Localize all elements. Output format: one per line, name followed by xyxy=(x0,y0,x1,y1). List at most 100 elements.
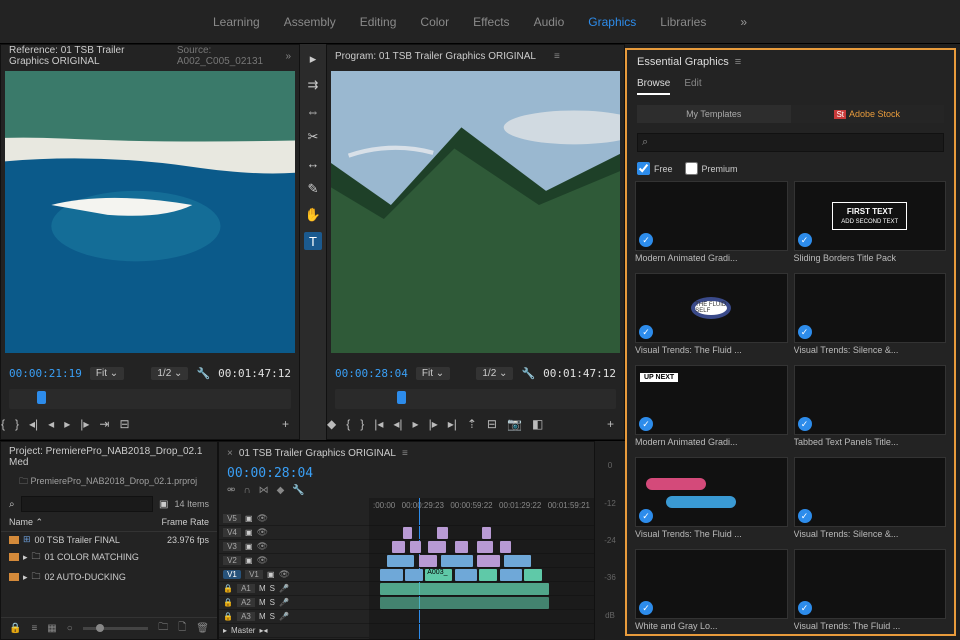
source-tab-source[interactable]: Source: A002_C005_02131 xyxy=(177,45,268,67)
source-in-timecode[interactable]: 00:00:21:19 xyxy=(9,367,82,380)
panel-menu-icon[interactable]: ≡ xyxy=(735,56,741,68)
template-tile[interactable]: ✓White and Gray Lo... xyxy=(635,549,788,634)
magnet-icon[interactable]: ∩ xyxy=(243,485,250,496)
eg-search[interactable]: ⌕ xyxy=(637,133,944,152)
play-icon[interactable]: ▸ xyxy=(64,417,70,431)
mark-out-icon[interactable]: } xyxy=(360,417,364,431)
slip-tool-icon[interactable]: ↔ xyxy=(304,154,322,172)
project-search-input[interactable] xyxy=(21,496,153,512)
mark-in-icon[interactable]: { xyxy=(346,417,350,431)
workspace-overflow-icon[interactable]: » xyxy=(740,15,747,29)
insert-icon[interactable]: ⇥ xyxy=(99,417,109,431)
eye-icon[interactable]: 👁 xyxy=(257,513,268,524)
overwrite-icon[interactable]: ⊟ xyxy=(119,417,129,431)
source-tab-reference[interactable]: Reference: 01 TSB Trailer Graphics ORIGI… xyxy=(9,45,163,67)
mute-icon[interactable]: M xyxy=(259,598,266,607)
template-tile[interactable]: UP NEXT✓Modern Animated Gradi... xyxy=(635,365,788,451)
go-in-icon[interactable]: |◂ xyxy=(374,417,383,431)
ws-audio[interactable]: Audio xyxy=(534,15,565,29)
new-item-icon[interactable]: 🗋 xyxy=(178,620,186,637)
add-marker-icon[interactable]: ◆ xyxy=(327,417,336,431)
lock-icon[interactable]: 🔒 xyxy=(223,612,233,621)
pen-tool-icon[interactable]: ✎ xyxy=(304,180,322,198)
track-select-tool-icon[interactable]: ⇉ xyxy=(304,76,322,94)
step-back-icon[interactable]: ◂| xyxy=(393,417,402,431)
new-bin-icon[interactable]: 🗀 xyxy=(158,620,168,637)
list-view-icon[interactable]: ≡ xyxy=(31,623,37,634)
ws-editing[interactable]: Editing xyxy=(360,15,397,29)
ws-learning[interactable]: Learning xyxy=(213,15,260,29)
play-back-icon[interactable]: ◂ xyxy=(48,417,54,431)
filter-my-templates[interactable]: My Templates xyxy=(637,105,791,123)
ws-assembly[interactable]: Assembly xyxy=(284,15,336,29)
timeline-timecode[interactable]: 00:00:28:04 xyxy=(227,466,313,481)
step-fwd-icon[interactable]: |▸ xyxy=(429,417,438,431)
panel-menu-icon[interactable]: » xyxy=(285,51,291,62)
project-row[interactable]: ▸🗀02 AUTO-DUCKING xyxy=(1,567,217,587)
media-browser-tab[interactable]: Med xyxy=(9,457,28,468)
hand-tool-icon[interactable]: ✋ xyxy=(304,206,322,224)
source-fit-select[interactable]: Fit ⌄ xyxy=(90,367,124,380)
settings-icon[interactable]: 🔧 xyxy=(292,485,304,496)
lift-icon[interactable]: ⇡ xyxy=(467,417,477,431)
eye-icon[interactable]: 👁 xyxy=(279,569,290,580)
marker-icon[interactable]: ◆ xyxy=(277,485,285,496)
toggle-track-icon[interactable]: ▣ xyxy=(245,556,253,565)
source-viewport[interactable] xyxy=(5,71,295,353)
button-editor-icon[interactable]: + xyxy=(282,417,289,431)
mic-icon[interactable]: 🎤 xyxy=(279,612,289,621)
bin-icon[interactable]: ▣ xyxy=(159,499,168,510)
eye-icon[interactable]: 👁 xyxy=(257,555,268,566)
toggle-track-icon[interactable]: ▣ xyxy=(245,542,253,551)
source-out-timecode[interactable]: 00:01:47:12 xyxy=(218,367,291,380)
col-framerate[interactable]: Frame Rate xyxy=(161,517,209,528)
icon-view-icon[interactable]: ▦ xyxy=(47,623,56,634)
mic-icon[interactable]: 🎤 xyxy=(279,598,289,607)
trash-icon[interactable]: 🗑 xyxy=(196,623,209,634)
toggle-track-icon[interactable]: ▣ xyxy=(267,570,275,579)
snap-icon[interactable]: ⚮ xyxy=(227,485,235,496)
template-tile[interactable]: ✓Modern Animated Gradi... xyxy=(635,181,788,267)
program-tab[interactable]: Program: 01 TSB Trailer Graphics ORIGINA… xyxy=(335,51,536,62)
check-premium[interactable]: Premium xyxy=(685,162,738,175)
col-name[interactable]: Name ⌃ xyxy=(9,517,161,528)
lock-icon[interactable]: 🔒 xyxy=(9,623,21,634)
wrench-icon[interactable]: 🔧 xyxy=(196,367,210,380)
source-zoom-select[interactable]: 1/2 ⌄ xyxy=(151,367,188,380)
template-tile[interactable]: ✓Visual Trends: The Fluid ... xyxy=(635,457,788,543)
type-tool-icon[interactable]: T xyxy=(304,232,322,250)
v1-source-patch[interactable]: V1 xyxy=(223,570,241,579)
source-playhead[interactable] xyxy=(37,391,46,404)
program-zoom-select[interactable]: 1/2 ⌄ xyxy=(476,367,513,380)
wrench-icon[interactable]: 🔧 xyxy=(521,367,535,380)
toggle-track-icon[interactable]: ▣ xyxy=(245,528,253,537)
template-tile[interactable]: ✓Visual Trends: The Fluid ... xyxy=(794,549,947,634)
thumbnail-size-slider[interactable] xyxy=(83,627,148,630)
selection-tool-icon[interactable]: ▸ xyxy=(304,50,322,68)
razor-tool-icon[interactable]: ✂ xyxy=(304,128,322,146)
sequence-tab[interactable]: 01 TSB Trailer Graphics ORIGINAL xyxy=(239,448,396,459)
expand-icon[interactable]: ▸ xyxy=(223,626,227,635)
template-tile[interactable]: ✓Tabbed Text Panels Title... xyxy=(794,365,947,451)
eg-tab-edit[interactable]: Edit xyxy=(684,78,701,95)
source-ruler[interactable] xyxy=(9,389,291,409)
step-back-icon[interactable]: ◂| xyxy=(29,417,38,431)
ws-graphics[interactable]: Graphics xyxy=(588,15,636,29)
eg-tab-browse[interactable]: Browse xyxy=(637,78,670,95)
eye-icon[interactable]: 👁 xyxy=(257,541,268,552)
mark-out-icon[interactable]: } xyxy=(15,417,19,431)
linked-sel-icon[interactable]: ⋈ xyxy=(259,485,269,496)
filter-adobe-stock[interactable]: StAdobe Stock xyxy=(791,105,945,123)
timeline-clips-area[interactable]: :00:0000:00:29:2300:00:59:2200:01:29:220… xyxy=(369,498,594,639)
template-tile[interactable]: FIRST TEXTADD SECOND TEXT✓Sliding Border… xyxy=(794,181,947,267)
go-out-icon[interactable]: ▸| xyxy=(448,417,457,431)
program-ruler[interactable] xyxy=(335,389,616,409)
button-editor-icon[interactable]: + xyxy=(607,417,614,431)
ws-libraries[interactable]: Libraries xyxy=(660,15,706,29)
lock-icon[interactable]: 🔒 xyxy=(223,598,233,607)
play-icon[interactable]: ▸ xyxy=(413,417,419,431)
mute-icon[interactable]: M xyxy=(259,612,266,621)
panel-menu-icon[interactable]: ≡ xyxy=(554,51,560,62)
template-tile[interactable]: ✓Visual Trends: Silence &... xyxy=(794,273,947,359)
solo-icon[interactable]: S xyxy=(270,584,275,593)
